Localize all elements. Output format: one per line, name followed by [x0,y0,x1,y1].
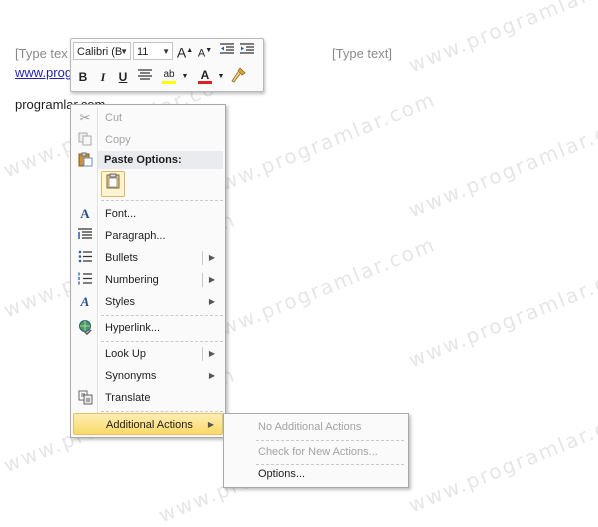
menu-item-bullets[interactable]: Bullets ▶ [73,247,223,269]
numbering-icon [77,272,93,288]
decrease-indent-button[interactable] [217,41,237,61]
translate-icon [77,390,93,406]
copy-icon [77,132,93,148]
increase-indent-button[interactable] [237,41,257,61]
submenu-item-no-actions[interactable]: No Additional Actions [258,416,403,438]
center-align-button[interactable] [135,67,155,87]
header-placeholder-left[interactable]: [Type tex [15,46,68,61]
submenu-item-check-actions[interactable]: Check for New Actions... [258,441,403,463]
watermark: www.programlar.com [405,0,598,78]
menu-item-additional-actions[interactable]: Additional Actions ▶ [73,413,223,435]
font-icon: A [80,206,90,221]
paste-keep-formatting-button[interactable] [101,171,125,197]
format-painter-button[interactable] [229,67,249,87]
font-color-button[interactable]: A [195,65,215,85]
bullets-icon [77,250,93,266]
font-size-value: 11 [137,46,149,58]
clipboard-icon [106,173,120,189]
menu-item-hyperlink[interactable]: Hyperlink... [73,317,223,339]
font-name-value: Calibri (B [77,46,123,58]
shrink-font-button[interactable]: A▼ [195,41,215,61]
format-painter-icon [231,67,246,83]
split-divider [202,347,203,361]
menu-separator [101,315,223,316]
paragraph-icon [77,228,93,244]
grow-font-button[interactable]: A▲ [175,41,195,61]
additional-actions-submenu: No Additional Actions Check for New Acti… [223,413,409,488]
menu-separator [101,411,223,412]
watermark: www.programlar.com [405,257,598,373]
styles-icon: A [80,294,90,309]
header-placeholder-right[interactable]: [Type text] [332,46,392,61]
menu-item-numbering[interactable]: Numbering ▶ [73,269,223,291]
underline-button[interactable]: U [113,67,133,87]
mini-toolbar: Calibri (B ▼ 11 ▼ A▲ A▼ B I U ab ▼ A ▼ [70,38,264,92]
menu-item-synonyms[interactable]: Synonyms ▶ [73,365,223,387]
hyperlink-globe-icon [77,320,93,336]
watermark: www.programlar.com [200,87,440,203]
chevron-down-icon: ▼ [120,47,128,56]
submenu-arrow-icon[interactable]: ▶ [209,247,215,269]
paste-options-header: Paste Options: [98,151,223,169]
split-divider [202,273,203,287]
font-color-swatch [198,81,212,84]
menu-item-copy[interactable]: Copy [73,129,223,151]
submenu-arrow-icon: ▶ [208,371,215,380]
highlight-dropdown-arrow[interactable]: ▼ [181,67,189,87]
menu-separator [101,200,223,201]
menu-separator [101,341,223,342]
menu-item-styles[interactable]: A Styles ▶ [73,291,223,313]
menu-item-cut[interactable]: ✂ Cut [73,107,223,129]
font-name-combo[interactable]: Calibri (B ▼ [73,42,131,60]
bold-button[interactable]: B [73,67,93,87]
submenu-arrow-icon[interactable]: ▶ [209,269,215,291]
submenu-item-options[interactable]: Options... [258,463,403,485]
highlight-color-swatch [162,81,176,84]
increase-indent-icon [240,43,254,54]
scissors-icon: ✂ [79,110,91,125]
menu-item-look-up[interactable]: Look Up ▶ [73,343,223,365]
menu-item-font[interactable]: A Font... [73,203,223,225]
font-size-combo[interactable]: 11 ▼ [133,42,173,60]
highlight-button[interactable]: ab [159,65,179,85]
submenu-arrow-icon: ▶ [208,297,215,306]
watermark: www.programlar.com [405,402,598,518]
italic-button[interactable]: I [93,67,113,87]
clipboard-icon [77,152,93,168]
context-menu: ✂ Cut Copy Paste Options: A Font... Para… [70,104,226,438]
watermark: www.programlar.com [405,107,598,223]
submenu-arrow-icon: ▶ [207,420,214,429]
menu-item-translate[interactable]: Translate [73,387,223,409]
website-link[interactable]: www.prog [15,65,72,80]
split-divider [202,251,203,265]
chevron-down-icon: ▼ [162,47,170,56]
menu-item-paragraph[interactable]: Paragraph... [73,225,223,247]
submenu-arrow-icon[interactable]: ▶ [209,343,215,365]
center-align-icon [138,69,152,80]
watermark: www.programlar.com [200,232,440,348]
decrease-indent-icon [220,43,234,54]
font-color-dropdown-arrow[interactable]: ▼ [217,67,225,87]
